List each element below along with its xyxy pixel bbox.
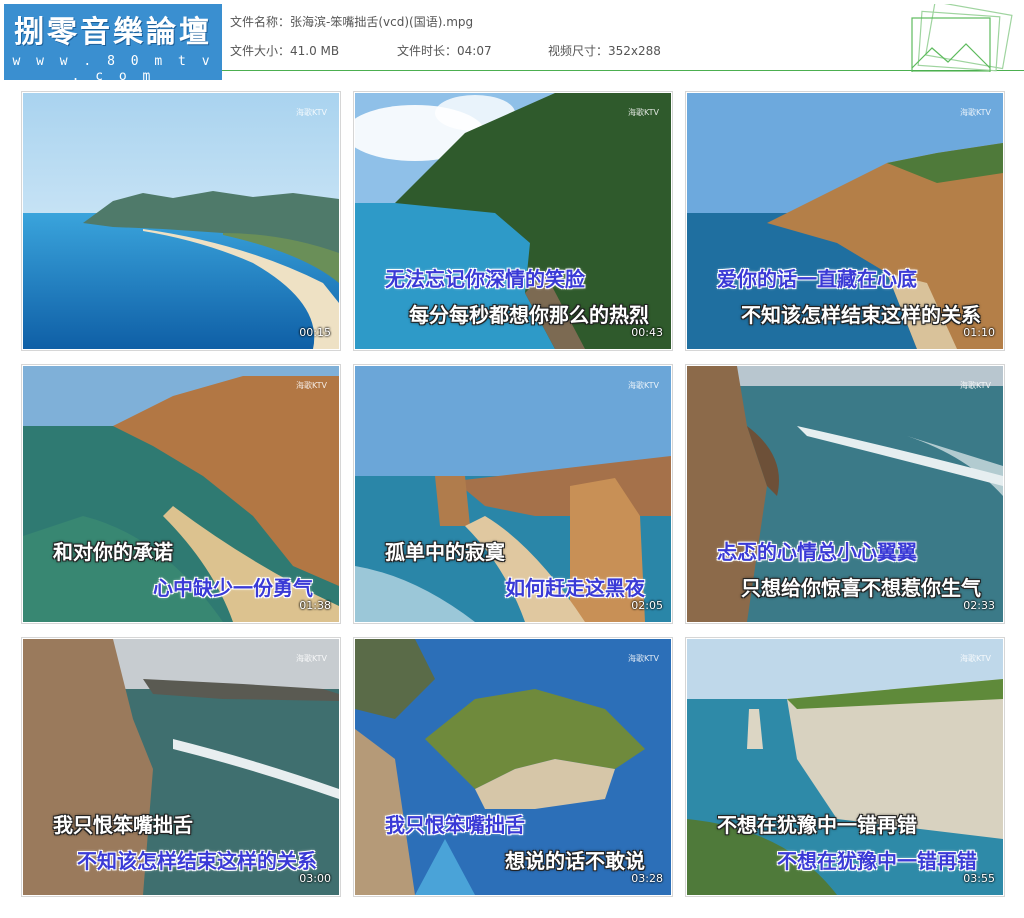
scene-image — [23, 93, 339, 349]
timestamp: 00:43 — [631, 326, 663, 339]
timestamp: 01:38 — [299, 599, 331, 612]
lyric-line-2: 心中缺少一份勇气 — [153, 576, 313, 600]
video-thumbnail[interactable]: 海歌KTV 忐忑的心情总小心翼翼只想给你惊喜不想惹你生气 02:33 — [685, 364, 1005, 624]
logo-title: 捌零音樂論壇 — [14, 15, 212, 50]
ktv-watermark: 海歌KTV — [960, 654, 991, 663]
ktv-watermark: 海歌KTV — [296, 108, 327, 117]
picture-stack-icon — [911, 4, 1013, 72]
site-logo: 捌零音樂論壇 w w w . 8 0 m t v . c o m — [4, 4, 222, 84]
lyric-line-2: 不知该怎样结束这样的关系 — [77, 849, 317, 873]
file-name-info: 文件名称：张海滨-笨嘴拙舌(vcd)(国语).mpg — [230, 13, 473, 30]
timestamp: 02:33 — [963, 599, 995, 612]
thumbnail-frame: 海歌KTV 无法忘记你深情的笑脸每分每秒都想你那么的热烈 00:43 — [355, 93, 671, 349]
thumbnail-frame: 海歌KTV 我只恨笨嘴拙舌想说的话不敢说 03:28 — [355, 639, 671, 895]
lyric-line-2: 只想给你惊喜不想惹你生气 — [741, 576, 981, 600]
video-thumbnail[interactable]: 海歌KTV 我只恨笨嘴拙舌不知该怎样结束这样的关系 03:00 — [21, 637, 341, 897]
timestamp: 00:15 — [299, 326, 331, 339]
file-size-label: 文件大小： — [230, 44, 291, 58]
video-thumbnail[interactable]: 海歌KTV 00:15 — [21, 91, 341, 351]
thumbnail-frame: 海歌KTV 不想在犹豫中一错再错 不想在犹豫中一错再错 03:55 — [687, 639, 1003, 895]
lyric-line-2: 如何赶走这黑夜 — [505, 576, 645, 600]
timestamp: 03:55 — [963, 872, 995, 885]
ktv-watermark: 海歌KTV — [960, 381, 991, 390]
lyric-line-1: 无法忘记你深情的笑脸 — [385, 267, 585, 291]
timestamp: 01:10 — [963, 326, 995, 339]
lyric-line-2: 不想在犹豫中一错再错 — [777, 849, 977, 873]
ktv-watermark: 海歌KTV — [296, 381, 327, 390]
lyric-line-1: 我只恨笨嘴拙舌 — [53, 813, 193, 837]
ktv-watermark: 海歌KTV — [296, 654, 327, 663]
file-name-value: 张海滨-笨嘴拙舌(vcd)(国语).mpg — [290, 15, 474, 29]
thumbnail-frame: 海歌KTV 00:15 — [23, 93, 339, 349]
ktv-watermark: 海歌KTV — [628, 108, 659, 117]
lyric-line-1: 不想在犹豫中一错再错 — [717, 813, 917, 837]
video-thumbnail[interactable]: 海歌KTV 不想在犹豫中一错再错 不想在犹豫中一错再错 03:55 — [685, 637, 1005, 897]
file-size-value: 41.0 MB — [290, 44, 340, 58]
video-thumbnail[interactable]: 海歌KTV 和对你的承诺心中缺少一份勇气 01:38 — [21, 364, 341, 624]
video-size-label: 视频尺寸： — [548, 44, 609, 58]
thumbnail-frame: 海歌KTV 爱你的话一直藏在心底不知该怎样结束这样的关系 01:10 — [687, 93, 1003, 349]
video-thumbnail[interactable]: 海歌KTV 爱你的话一直藏在心底不知该怎样结束这样的关系 01:10 — [685, 91, 1005, 351]
logo-url: w w w . 8 0 m t v . c o m — [12, 54, 214, 84]
lyric-line-1: 我只恨笨嘴拙舌 — [385, 813, 525, 837]
timestamp: 03:28 — [631, 872, 663, 885]
video-thumbnail[interactable]: 海歌KTV 我只恨笨嘴拙舌想说的话不敢说 03:28 — [353, 637, 673, 897]
ktv-watermark: 海歌KTV — [960, 108, 991, 117]
duration-value: 04:07 — [457, 44, 492, 58]
lyric-line-1: 忐忑的心情总小心翼翼 — [717, 540, 917, 564]
lyric-line-2: 每分每秒都想你那么的热烈 — [409, 303, 649, 327]
lyric-line-1: 爱你的话一直藏在心底 — [717, 267, 917, 291]
lyric-line-2: 不知该怎样结束这样的关系 — [741, 303, 981, 327]
thumbnail-frame: 海歌KTV 孤单中的寂寞 如何赶走这黑夜 02:05 — [355, 366, 671, 622]
duration-info: 文件时长：04:07 — [397, 42, 492, 59]
lyric-line-1: 和对你的承诺 — [53, 540, 173, 564]
thumbnail-frame: 海歌KTV 和对你的承诺心中缺少一份勇气 01:38 — [23, 366, 339, 622]
video-size-info: 视频尺寸：352x288 — [548, 42, 661, 59]
header-divider — [222, 70, 1024, 71]
video-thumbnail[interactable]: 海歌KTV 孤单中的寂寞 如何赶走这黑夜 02:05 — [353, 364, 673, 624]
ktv-watermark: 海歌KTV — [628, 381, 659, 390]
duration-label: 文件时长： — [397, 44, 458, 58]
lyric-line-2: 想说的话不敢说 — [505, 849, 645, 873]
file-name-label: 文件名称： — [230, 15, 291, 29]
timestamp: 03:00 — [299, 872, 331, 885]
lyric-line-1: 孤单中的寂寞 — [385, 540, 505, 564]
thumbnail-frame: 海歌KTV 忐忑的心情总小心翼翼只想给你惊喜不想惹你生气 02:33 — [687, 366, 1003, 622]
video-size-value: 352x288 — [608, 44, 661, 58]
file-size-info: 文件大小：41.0 MB — [230, 42, 339, 59]
thumbnail-frame: 海歌KTV 我只恨笨嘴拙舌不知该怎样结束这样的关系 03:00 — [23, 639, 339, 895]
video-thumbnail[interactable]: 海歌KTV 无法忘记你深情的笑脸每分每秒都想你那么的热烈 00:43 — [353, 91, 673, 351]
ktv-watermark: 海歌KTV — [628, 654, 659, 663]
timestamp: 02:05 — [631, 599, 663, 612]
